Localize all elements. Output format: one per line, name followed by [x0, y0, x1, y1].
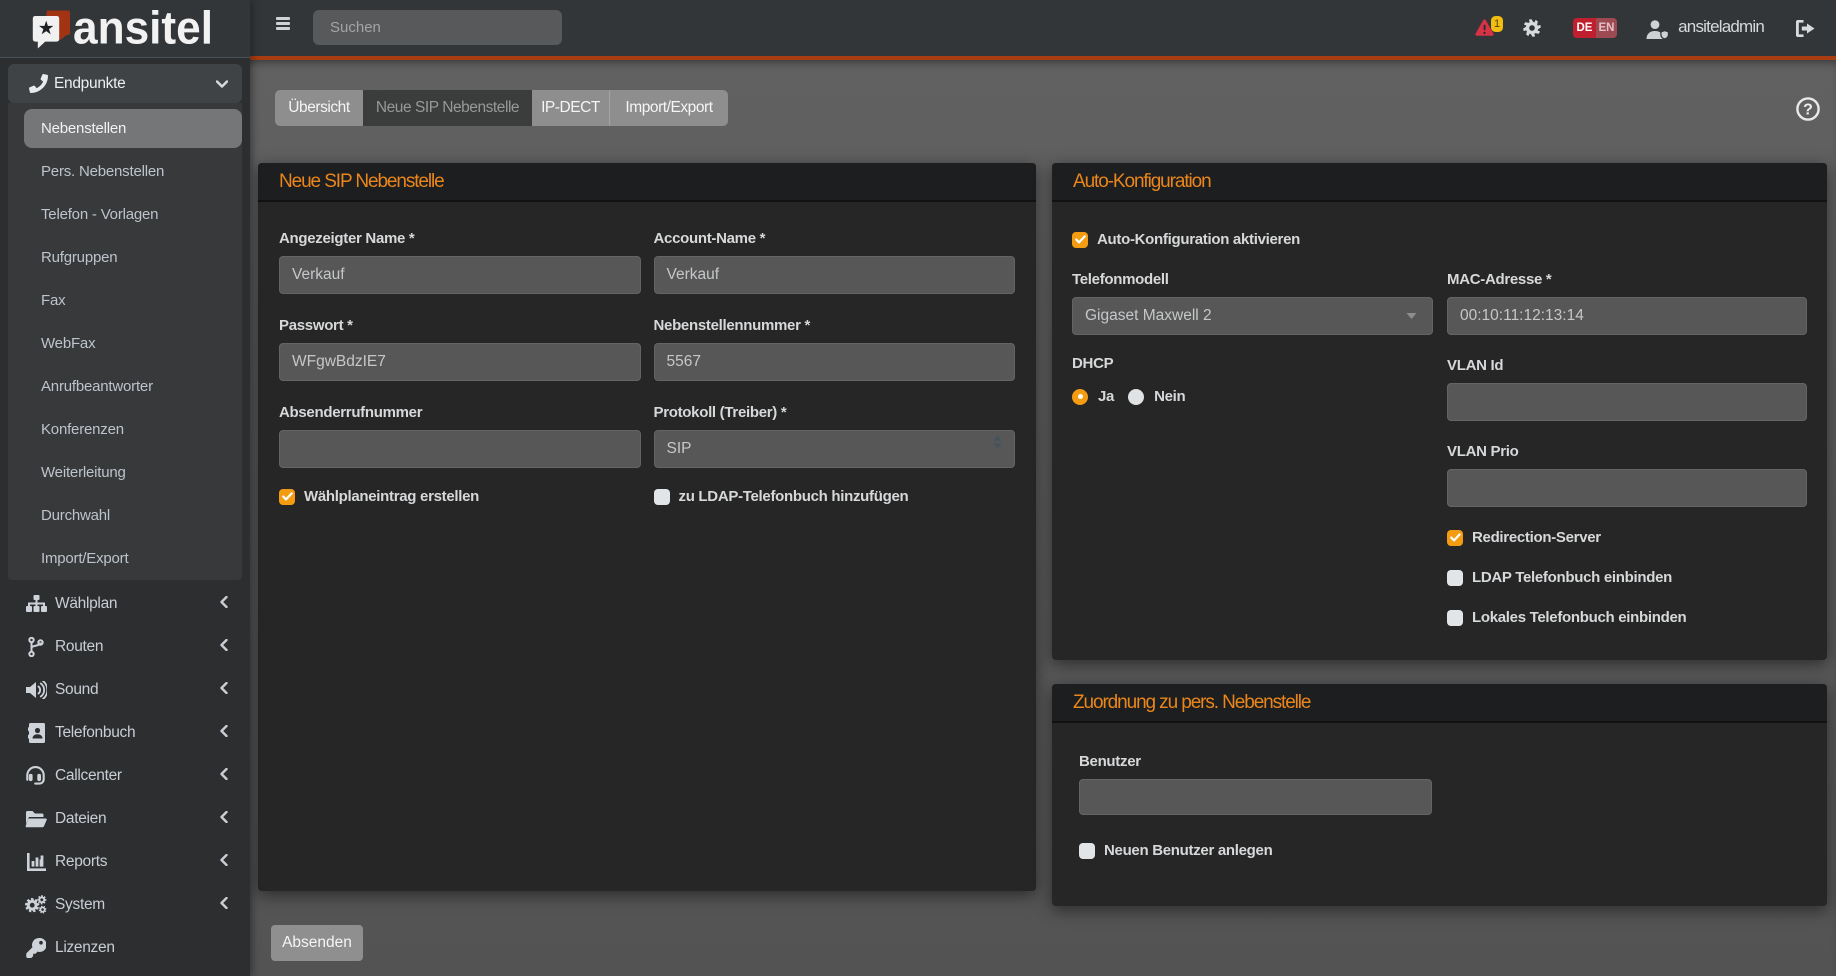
svg-text:ansitel: ansitel [73, 2, 213, 54]
svg-text:?: ? [1803, 102, 1813, 119]
